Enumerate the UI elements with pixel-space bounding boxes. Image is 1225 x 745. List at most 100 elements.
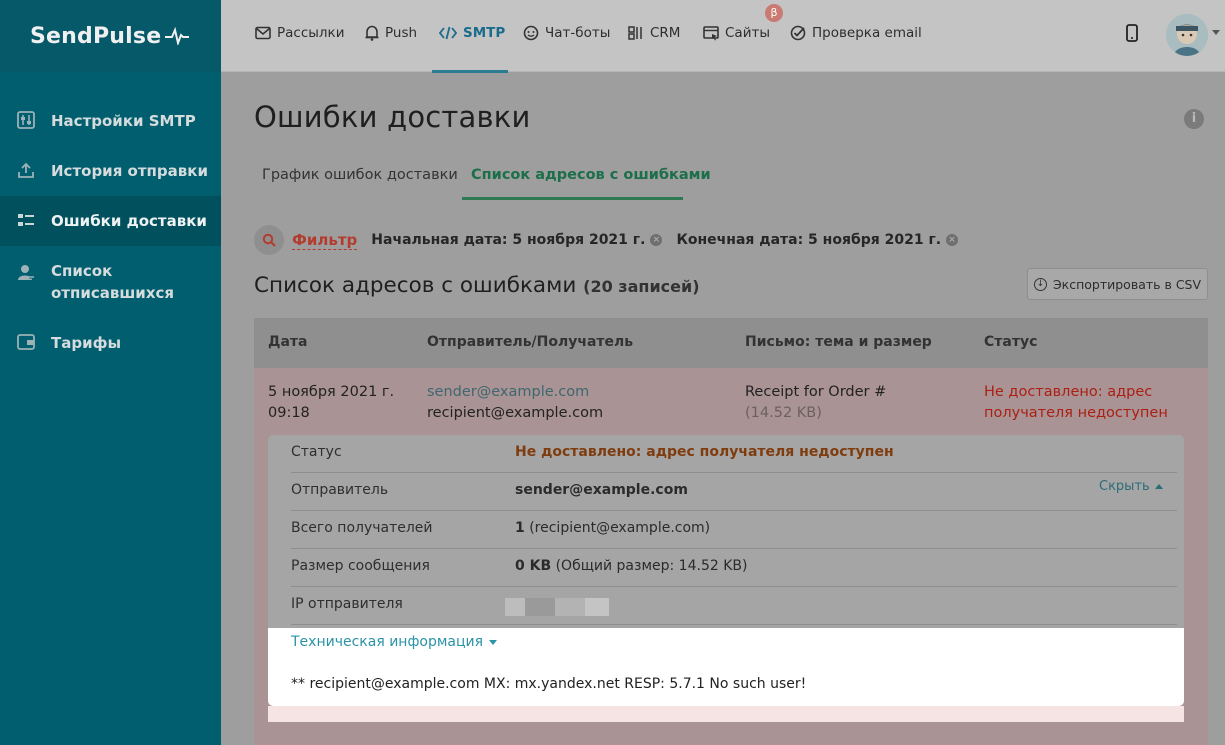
row-size: (14.52 KB) [745, 405, 822, 421]
sidebar-item-smtp-settings[interactable]: Настройки SMTP [0, 110, 221, 134]
top-navigation: Рассылки Push SMTP Чат-боты CRM Сайты β … [221, 0, 1225, 73]
tab-errors-list[interactable]: Список адресов с ошибками [471, 167, 711, 183]
detail-status-value: Не доставлено: адрес получателя недоступ… [515, 444, 894, 460]
pulse-icon [165, 27, 190, 45]
mobile-phone-icon[interactable] [1125, 24, 1139, 42]
clear-start-date-icon[interactable]: × [650, 234, 663, 246]
sidebar-item-delivery-errors[interactable]: Ошибки доставки [0, 196, 221, 246]
tab-active-indicator [462, 197, 683, 200]
settings-sliders-icon [16, 110, 36, 130]
row-sender-recipient: sender@example.com recipient@example.com [427, 382, 603, 424]
detail-sender-email: sender@example.com [515, 482, 688, 498]
detail-label: Отправитель [291, 482, 389, 498]
detail-sender-value: sender@example.com [515, 482, 688, 498]
chevron-up-icon [1154, 484, 1163, 489]
bell-icon [365, 25, 379, 41]
filter-bar: Фильтр Начальная дата: 5 ноября 2021 г. … [254, 225, 959, 255]
sidebar-item-tariffs[interactable]: Тарифы [0, 332, 221, 356]
detail-row-sender: Отправитель sender@example.com [291, 473, 1177, 511]
nav-item-smtp[interactable]: SMTP [439, 23, 505, 43]
detail-size-detail: (Общий размер: 14.52 KB) [555, 558, 748, 574]
info-icon[interactable]: i [1184, 109, 1204, 129]
export-csv-button[interactable]: ↓ Экспортировать в CSV [1027, 268, 1208, 300]
logo-text: SendPulse [30, 23, 162, 49]
beta-badge: β [765, 4, 783, 22]
sidebar-item-send-history[interactable]: История отправки [0, 160, 221, 184]
row-message: Receipt for Order # (14.52 KB) [745, 382, 886, 424]
nav-item-email-verification[interactable]: Проверка email [790, 23, 922, 43]
unsubscribed-icon [16, 262, 36, 282]
user-avatar[interactable] [1166, 14, 1208, 56]
detail-size-value: 0 KB (Общий размер: 14.52 KB) [515, 558, 747, 574]
detail-row-size: Размер сообщения 0 KB (Общий размер: 14.… [291, 549, 1177, 587]
export-csv-label: Экспортировать в CSV [1052, 276, 1202, 292]
sidebar-item-label: Список отписавшихся [51, 262, 175, 302]
filter-button[interactable]: Фильтр [292, 231, 358, 250]
nav-item-campaigns[interactable]: Рассылки [255, 23, 344, 43]
row-sender[interactable]: sender@example.com [427, 382, 603, 403]
nav-label: SMTP [463, 25, 506, 41]
detail-label: Статус [291, 444, 342, 460]
row-status-line1: Не доставлено: адрес [984, 384, 1153, 400]
column-header-status[interactable]: Статус [984, 334, 1037, 350]
nav-item-push[interactable]: Push [365, 23, 417, 43]
redacted-ip [505, 598, 609, 616]
filter-end-date: Конечная дата: 5 ноября 2021 г. × [676, 232, 959, 248]
column-header-sender-recipient[interactable]: Отправитель/Получатель [427, 334, 633, 350]
chevron-down-icon [489, 639, 498, 645]
table-row[interactable]: 5 ноября 2021 г. 09:18 sender@example.co… [254, 368, 1208, 745]
nav-label: CRM [650, 25, 681, 41]
nav-label: Рассылки [277, 25, 345, 41]
sendpulse-logo[interactable]: SendPulse [0, 0, 221, 72]
main-content: Ошибки доставки i График ошибок доставки… [221, 73, 1225, 745]
filter-end-date-text: Конечная дата: 5 ноября 2021 г. [676, 232, 942, 248]
nav-label: Чат-боты [545, 25, 611, 41]
nav-item-sites[interactable]: Сайты [703, 23, 770, 43]
detail-recipients-value: 1 (recipient@example.com) [515, 520, 710, 536]
nav-item-chatbots[interactable]: Чат-боты [523, 23, 610, 43]
errors-table: Дата Отправитель/Получатель Письмо: тема… [254, 318, 1208, 745]
page-title: Ошибки доставки [254, 100, 531, 134]
avatar-face-icon [1166, 14, 1208, 56]
sidebar-item-unsubscribed[interactable]: Список отписавшихся [0, 260, 221, 308]
table-header: Дата Отправитель/Получатель Письмо: тема… [254, 318, 1208, 368]
technical-info-toggle[interactable]: Техническая информация [291, 634, 498, 650]
hide-details-label: Скрыть [1099, 479, 1150, 494]
download-icon: ↓ [1033, 277, 1047, 291]
clear-end-date-icon[interactable]: × [946, 234, 959, 246]
crm-icon [628, 26, 642, 40]
sidebar-item-label: История отправки [51, 162, 208, 180]
code-icon [439, 26, 457, 40]
tab-errors-chart[interactable]: График ошибок доставки [262, 167, 458, 183]
search-icon[interactable] [254, 225, 284, 255]
nav-item-crm[interactable]: CRM [628, 23, 680, 43]
site-icon [703, 25, 719, 40]
column-header-date[interactable]: Дата [268, 334, 307, 350]
detail-recipients-detail: (recipient@example.com) [529, 520, 711, 536]
filter-start-date-text: Начальная дата: 5 ноября 2021 г. [371, 232, 646, 248]
row-status: Не доставлено: адрес получателя недоступ… [984, 382, 1168, 424]
sidebar: SendPulse Настройки SMTP История отправк… [0, 0, 221, 745]
tabs: График ошибок доставки Список адресов с … [254, 153, 1194, 203]
filter-start-date: Начальная дата: 5 ноября 2021 г. × [371, 232, 663, 248]
detail-row-ip: IP отправителя [291, 587, 1177, 625]
row-subject: Receipt for Order # [745, 384, 887, 400]
column-header-message[interactable]: Письмо: тема и размер [745, 334, 932, 350]
detail-label: Всего получателей [291, 520, 433, 536]
details-footer-strip [268, 706, 1184, 722]
row-date-day: 5 ноября 2021 г. [268, 384, 395, 400]
detail-label: IP отправителя [291, 596, 403, 612]
chevron-down-icon[interactable] [1212, 30, 1220, 35]
nav-label: Сайты [725, 25, 770, 41]
hide-details-link[interactable]: Скрыть [1099, 479, 1163, 494]
technical-info-label: Техническая информация [291, 634, 484, 650]
detail-row-recipients: Всего получателей 1 (recipient@example.c… [291, 511, 1177, 549]
row-status-line2: получателя недоступен [984, 405, 1168, 421]
list-count: (20 записей) [583, 277, 700, 296]
sidebar-item-label: Ошибки доставки [51, 212, 207, 230]
list-title-text: Список адресов с ошибками [254, 273, 577, 298]
detail-row-status: Статус Не доставлено: адрес получателя н… [291, 435, 1177, 473]
detail-label: Размер сообщения [291, 558, 430, 574]
check-icon [790, 25, 806, 41]
sidebar-item-label: Тарифы [51, 334, 122, 352]
